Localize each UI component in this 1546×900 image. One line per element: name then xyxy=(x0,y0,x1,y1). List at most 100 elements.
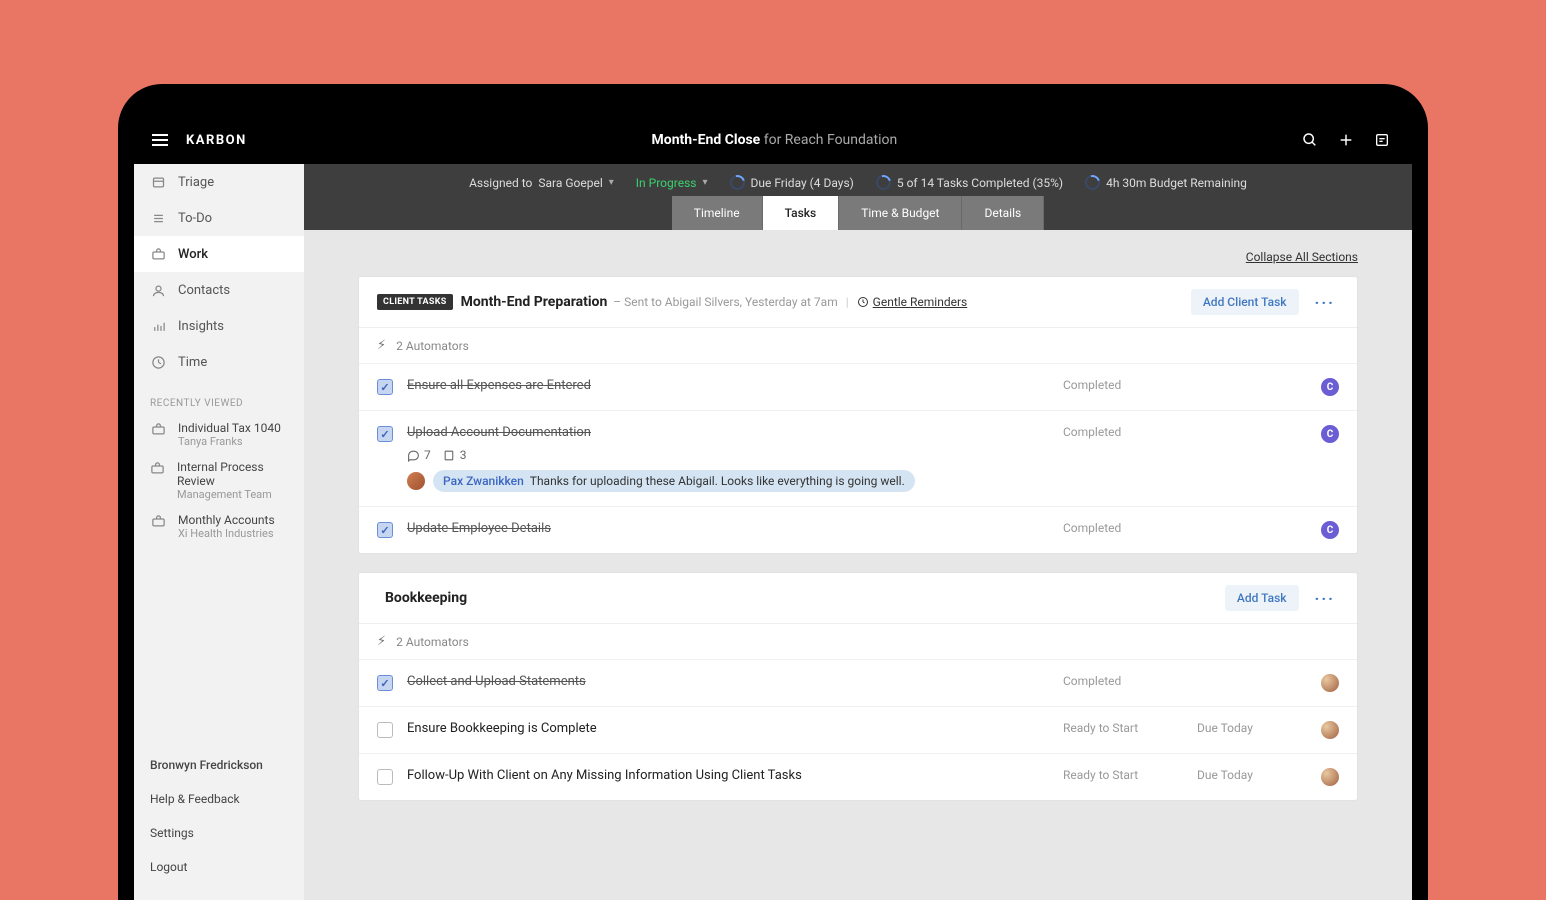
work-icon xyxy=(150,246,166,262)
nav-label: Insights xyxy=(178,319,224,334)
comments-count[interactable]: 7 xyxy=(407,448,431,462)
recent-title: Monthly Accounts xyxy=(178,513,275,527)
assignee-avatar[interactable] xyxy=(1321,674,1339,692)
todo-icon xyxy=(150,210,166,226)
task-status: Completed xyxy=(1063,425,1183,439)
task-status: Ready to Start xyxy=(1063,768,1183,782)
more-icon[interactable]: ··· xyxy=(1311,291,1339,314)
recent-subtitle: Management Team xyxy=(177,488,288,501)
recent-title: Individual Tax 1040 xyxy=(178,421,281,435)
assignee-avatar[interactable] xyxy=(1321,721,1339,739)
sidebar-item-contacts[interactable]: Contacts xyxy=(134,272,304,308)
assignee-avatar[interactable]: C xyxy=(1321,378,1339,396)
tab-time-budget[interactable]: Time & Budget xyxy=(839,196,962,230)
work-icon xyxy=(150,513,166,529)
budget-badge: 4h 30m Budget Remaining xyxy=(1085,175,1247,190)
footer-link-bronwyn-fredrickson: Bronwyn Fredrickson xyxy=(134,738,304,782)
task-status: Completed xyxy=(1063,378,1183,392)
section-subtitle: – Sent to Abigail Silvers, Yesterday at … xyxy=(613,295,837,309)
tab-tasks[interactable]: Tasks xyxy=(763,196,840,230)
assignee-avatar[interactable]: C xyxy=(1321,521,1339,539)
sidebar: TriageTo-DoWorkContactsInsightsTime RECE… xyxy=(134,164,304,900)
progress-ring-icon xyxy=(873,172,893,192)
section-title: Bookkeeping xyxy=(385,590,467,606)
progress-ring-icon xyxy=(1082,172,1102,192)
due-badge: Due Friday (4 Days) xyxy=(730,175,854,190)
section-title: Month-End Preparation xyxy=(461,294,608,310)
insights-icon xyxy=(150,318,166,334)
tasks-progress-badge: 5 of 14 Tasks Completed (35%) xyxy=(876,175,1063,190)
tabs: TimelineTasksTime & BudgetDetails xyxy=(672,196,1044,230)
search-icon[interactable] xyxy=(1302,132,1318,148)
nav-label: To-Do xyxy=(178,211,212,226)
footer-link-logout[interactable]: Logout xyxy=(134,850,304,884)
footer-link-help-feedback[interactable]: Help & Feedback xyxy=(134,782,304,816)
task-due: Due Today xyxy=(1197,721,1307,735)
task-checkbox[interactable] xyxy=(377,426,393,442)
triage-icon xyxy=(150,174,166,190)
sidebar-item-to-do[interactable]: To-Do xyxy=(134,200,304,236)
recent-title: Internal Process Review xyxy=(177,460,288,488)
comment-preview[interactable]: Pax ZwanikkenThanks for uploading these … xyxy=(433,470,915,492)
task-checkbox[interactable] xyxy=(377,769,393,785)
task-row: Update Employee Details Completed C xyxy=(359,507,1357,553)
time-icon xyxy=(150,354,166,370)
sidebar-item-insights[interactable]: Insights xyxy=(134,308,304,344)
sidebar-item-time[interactable]: Time xyxy=(134,344,304,380)
task-due: Due Today xyxy=(1197,768,1307,782)
automators-count: 2 Automators xyxy=(396,339,469,353)
bolt-icon: ⚡︎ xyxy=(377,338,386,353)
task-row: Follow-Up With Client on Any Missing Inf… xyxy=(359,754,1357,800)
task-status: Completed xyxy=(1063,521,1183,535)
assigned-dropdown[interactable]: Assigned to Sara Goepel▾ xyxy=(469,176,614,190)
task-checkbox[interactable] xyxy=(377,522,393,538)
files-count[interactable]: 3 xyxy=(443,448,467,462)
brand-logo: KARBON xyxy=(186,133,247,148)
recent-subtitle: Tanya Franks xyxy=(178,435,281,448)
contacts-icon xyxy=(150,282,166,298)
add-task-button[interactable]: Add Client Task xyxy=(1191,289,1299,315)
task-title[interactable]: Follow-Up With Client on Any Missing Inf… xyxy=(407,768,1049,783)
task-title[interactable]: Ensure Bookkeeping is Complete xyxy=(407,721,1049,736)
task-title[interactable]: Upload Account Documentation xyxy=(407,425,1049,440)
task-title[interactable]: Update Employee Details xyxy=(407,521,1049,536)
avatar xyxy=(407,472,425,490)
footer-link-settings[interactable]: Settings xyxy=(134,816,304,850)
status-dropdown[interactable]: In Progress▾ xyxy=(636,176,708,190)
assignee-avatar[interactable] xyxy=(1321,768,1339,786)
task-title[interactable]: Collect and Upload Statements xyxy=(407,674,1049,689)
recent-item[interactable]: Internal Process ReviewManagement Team xyxy=(134,454,304,507)
recent-item[interactable]: Individual Tax 1040Tanya Franks xyxy=(134,415,304,454)
task-checkbox[interactable] xyxy=(377,675,393,691)
work-subheader: Assigned to Sara Goepel▾ In Progress▾ Du… xyxy=(304,164,1412,230)
recent-item[interactable]: Monthly AccountsXi Health Industries xyxy=(134,507,304,546)
task-status: Ready to Start xyxy=(1063,721,1183,735)
nav-label: Time xyxy=(178,355,207,370)
topbar: KARBON Month-End Close for Reach Foundat… xyxy=(134,116,1412,164)
collapse-all-link[interactable]: Collapse All Sections xyxy=(358,250,1358,264)
task-checkbox[interactable] xyxy=(377,722,393,738)
task-row: Collect and Upload Statements Completed xyxy=(359,660,1357,707)
client-tasks-badge: CLIENT TASKS xyxy=(377,294,453,310)
task-title[interactable]: Ensure all Expenses are Entered xyxy=(407,378,1049,393)
nav-label: Triage xyxy=(178,175,214,190)
add-task-button[interactable]: Add Task xyxy=(1225,585,1299,611)
add-icon[interactable] xyxy=(1338,132,1354,148)
task-row: Ensure all Expenses are Entered Completed… xyxy=(359,364,1357,411)
chevron-down-icon: ▾ xyxy=(702,177,707,188)
hamburger-icon[interactable] xyxy=(152,134,168,146)
recent-subtitle: Xi Health Industries xyxy=(178,527,275,540)
chevron-down-icon: ▾ xyxy=(609,177,614,188)
assignee-avatar[interactable]: C xyxy=(1321,425,1339,443)
task-row: Ensure Bookkeeping is Complete Ready to S… xyxy=(359,707,1357,754)
notes-icon[interactable] xyxy=(1374,132,1390,148)
gentle-reminders-link[interactable]: Gentle Reminders xyxy=(857,295,968,309)
more-icon[interactable]: ··· xyxy=(1311,587,1339,610)
tab-timeline[interactable]: Timeline xyxy=(672,196,763,230)
bolt-icon: ⚡︎ xyxy=(377,634,386,649)
sidebar-item-work[interactable]: Work xyxy=(134,236,304,272)
sidebar-item-triage[interactable]: Triage xyxy=(134,164,304,200)
tab-details[interactable]: Details xyxy=(962,196,1044,230)
task-checkbox[interactable] xyxy=(377,379,393,395)
task-status: Completed xyxy=(1063,674,1183,688)
